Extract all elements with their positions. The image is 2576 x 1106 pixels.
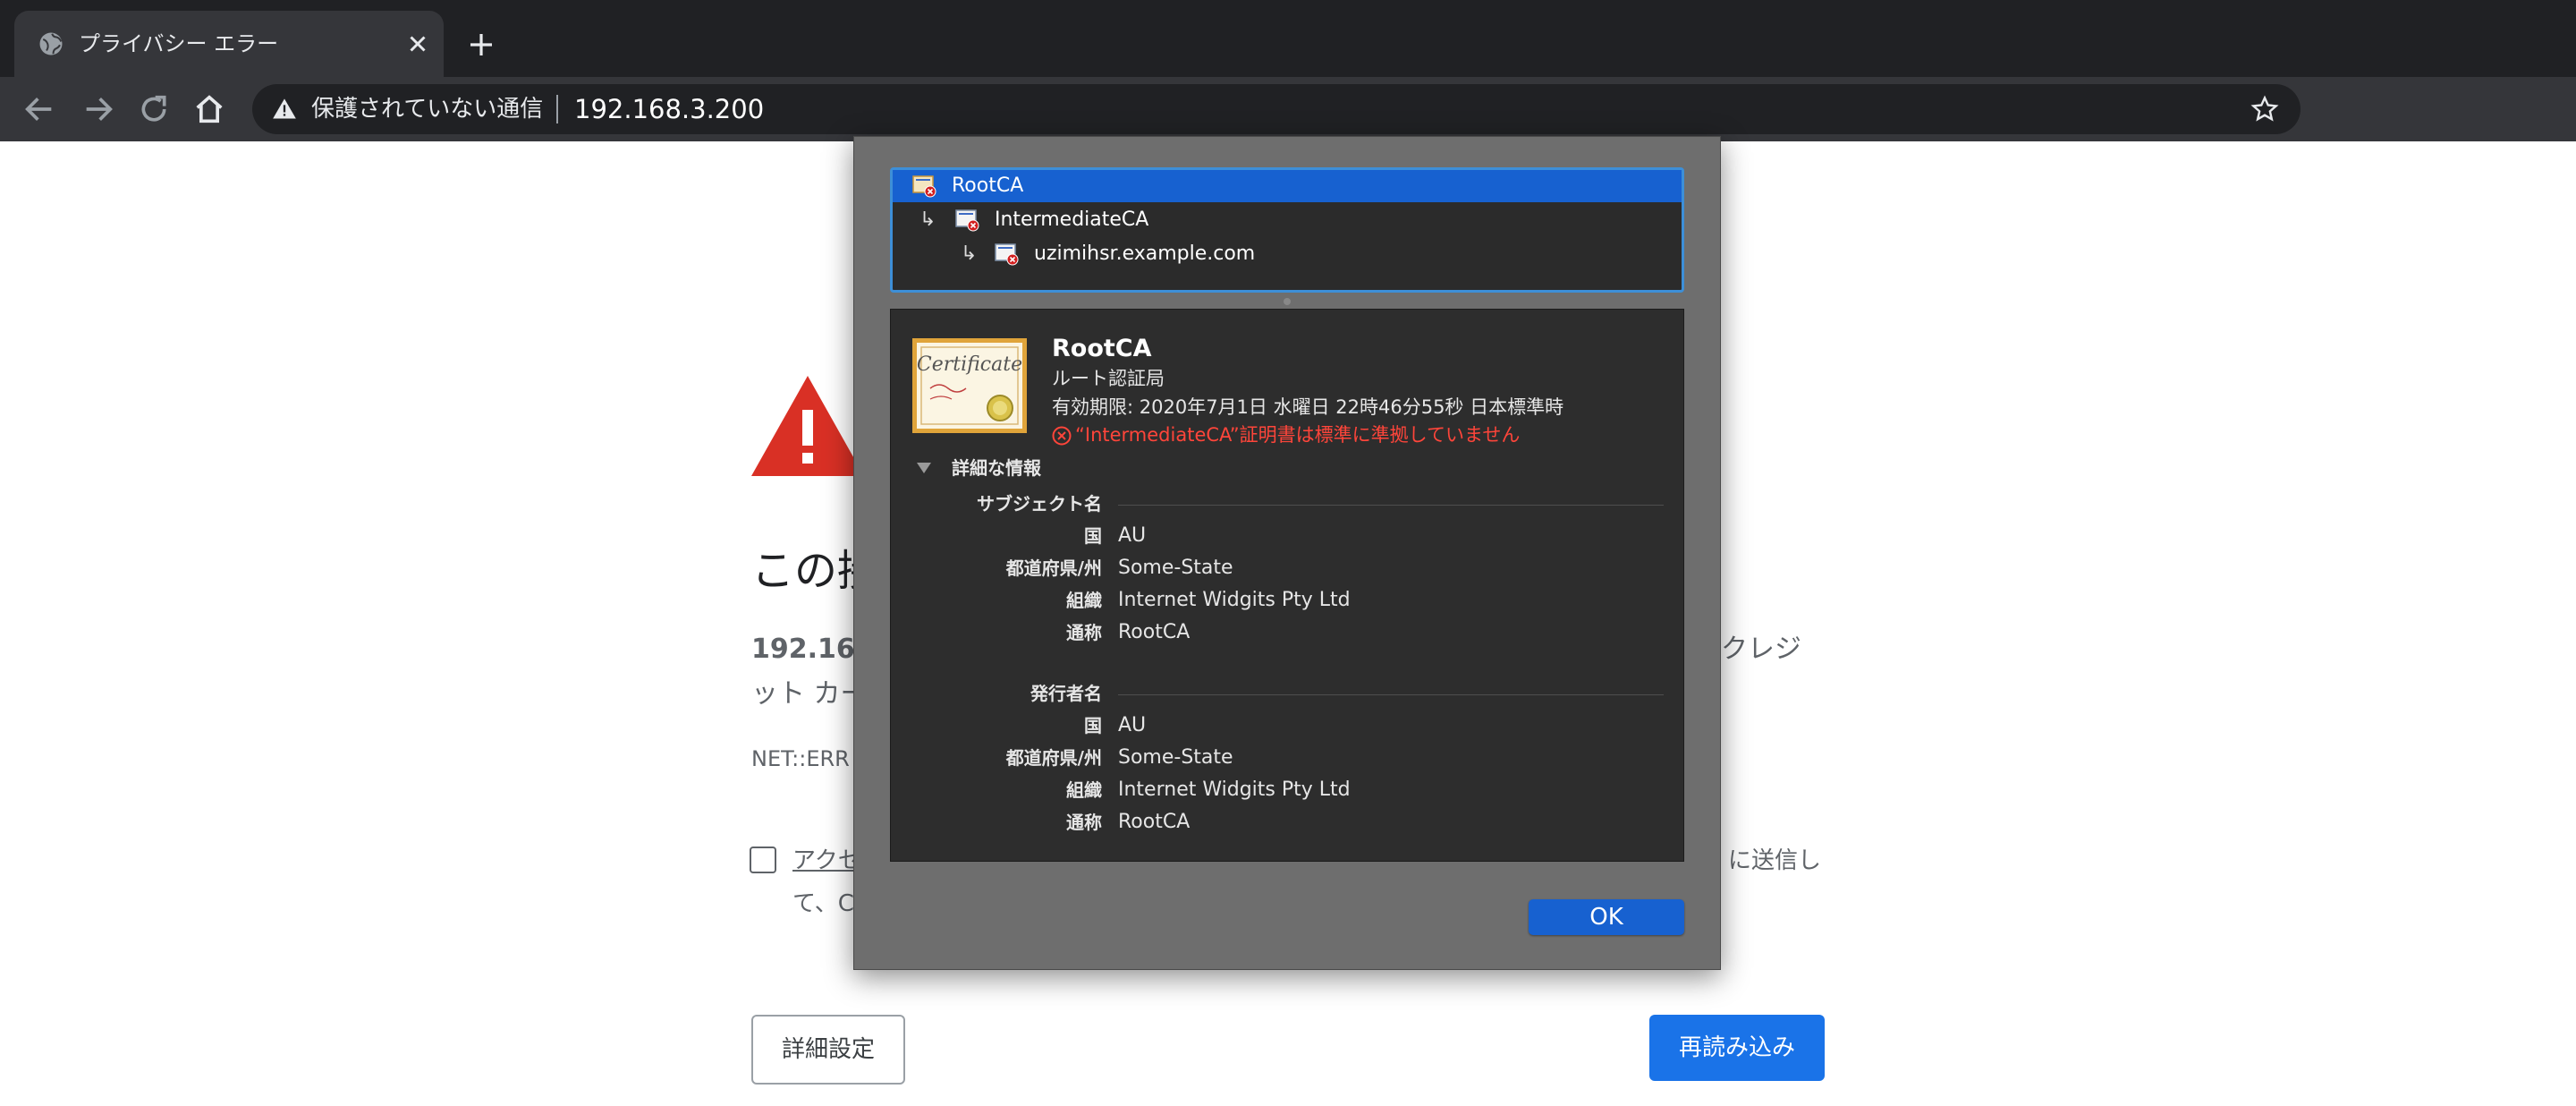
- certificate-image: Certificate: [912, 338, 1027, 433]
- security-status[interactable]: 保護されていない通信: [311, 93, 543, 125]
- tab-title: プライバシー エラー: [79, 31, 279, 56]
- plus-icon[interactable]: [467, 30, 496, 59]
- ok-button[interactable]: OK: [1529, 899, 1684, 935]
- globe-icon: [39, 32, 63, 55]
- report-text-tail: に送信し: [1728, 847, 1822, 874]
- forward-icon[interactable]: [80, 91, 116, 127]
- certificate-kind: ルート認証局: [1052, 368, 1165, 389]
- report-link[interactable]: アクセ: [792, 841, 861, 881]
- field-value: Some-State: [1118, 746, 1233, 769]
- tab-privacy-error[interactable]: プライバシー エラー: [14, 11, 444, 77]
- chain-item-rootca[interactable]: RootCA: [893, 170, 1682, 202]
- warning-icon[interactable]: [272, 97, 297, 122]
- field-label: 通称: [1066, 812, 1102, 833]
- back-icon[interactable]: [21, 91, 57, 127]
- close-icon[interactable]: [404, 30, 431, 57]
- report-checkbox[interactable]: [750, 847, 776, 873]
- split-handle[interactable]: [1284, 298, 1291, 305]
- field-label: 組織: [1066, 779, 1102, 801]
- issuer-divider: [1118, 694, 1664, 695]
- disclosure-triangle-icon[interactable]: [916, 462, 932, 474]
- page-body-line2: ット カー: [751, 678, 868, 710]
- field-label: 都道府県/州: [1005, 747, 1102, 769]
- tab-strip: プライバシー エラー: [0, 0, 2576, 77]
- report-text-line2: て、C: [792, 890, 854, 917]
- chain-arrow-icon: ↳: [919, 208, 936, 231]
- field-value: Some-State: [1118, 557, 1233, 579]
- chain-arrow-icon: ↳: [961, 242, 978, 265]
- home-icon[interactable]: [191, 91, 227, 127]
- chain-item-label: uzimihsr.example.com: [1034, 242, 1256, 265]
- certificate-details: Certificate RootCA ルート認証局 有効期限: 2020年7月1…: [890, 309, 1684, 862]
- certificate-icon: [912, 175, 936, 198]
- certificate-name: RootCA: [1052, 335, 1152, 362]
- field-value: RootCA: [1118, 811, 1191, 833]
- error-icon: [1052, 426, 1072, 446]
- field-value: Internet Widgits Pty Ltd: [1118, 589, 1351, 611]
- error-warning-icon: [751, 376, 864, 476]
- field-label: 組織: [1066, 590, 1102, 611]
- error-code: NET::ERR: [751, 746, 850, 771]
- browser-toolbar: 保護されていない通信 192.168.3.200: [0, 77, 2576, 141]
- certificate-icon: [995, 243, 1019, 266]
- certificate-image-text: Certificate: [917, 353, 1022, 376]
- subject-heading: サブジェクト名: [977, 493, 1102, 515]
- certificate-expiry: 有効期限: 2020年7月1日 水曜日 22時46分55秒 日本標準時: [1052, 396, 1564, 418]
- chain-item-label: IntermediateCA: [995, 208, 1149, 231]
- certificate-chain[interactable]: RootCA ↳ IntermediateCA ↳ uzimihsr.examp…: [890, 167, 1684, 293]
- url-text[interactable]: 192.168.3.200: [574, 91, 764, 127]
- field-label: 都道府県/州: [1005, 557, 1102, 579]
- field-label: 国: [1084, 525, 1102, 547]
- field-value: RootCA: [1118, 621, 1191, 643]
- details-title[interactable]: 詳細な情報: [952, 455, 1041, 481]
- certificate-icon: [955, 209, 979, 232]
- field-value: AU: [1118, 524, 1147, 547]
- chain-item-intermediateca[interactable]: ↳ IntermediateCA: [893, 204, 1682, 236]
- chain-item-label: RootCA: [952, 174, 1024, 197]
- advanced-button[interactable]: 詳細設定: [751, 1015, 905, 1085]
- address-bar[interactable]: 保護されていない通信 192.168.3.200: [252, 84, 2301, 134]
- reload-icon[interactable]: [136, 91, 172, 127]
- certificate-sheet: RootCA ↳ IntermediateCA ↳ uzimihsr.examp…: [853, 136, 1721, 970]
- field-value: AU: [1118, 714, 1147, 736]
- star-icon[interactable]: [2250, 95, 2279, 123]
- subject-divider: [1118, 505, 1664, 506]
- omnibox-divider: [556, 95, 558, 123]
- field-label: 国: [1084, 715, 1102, 736]
- certificate-error: “IntermediateCA”証明書は標準に準拠していません: [1075, 424, 1521, 446]
- field-value: Internet Widgits Pty Ltd: [1118, 778, 1351, 801]
- reload-button[interactable]: 再読み込み: [1649, 1015, 1825, 1081]
- page-body-tail: クレジ: [1721, 634, 1801, 665]
- issuer-heading: 発行者名: [1030, 683, 1102, 704]
- field-label: 通称: [1066, 622, 1102, 643]
- chain-item-leaf[interactable]: ↳ uzimihsr.example.com: [893, 238, 1682, 270]
